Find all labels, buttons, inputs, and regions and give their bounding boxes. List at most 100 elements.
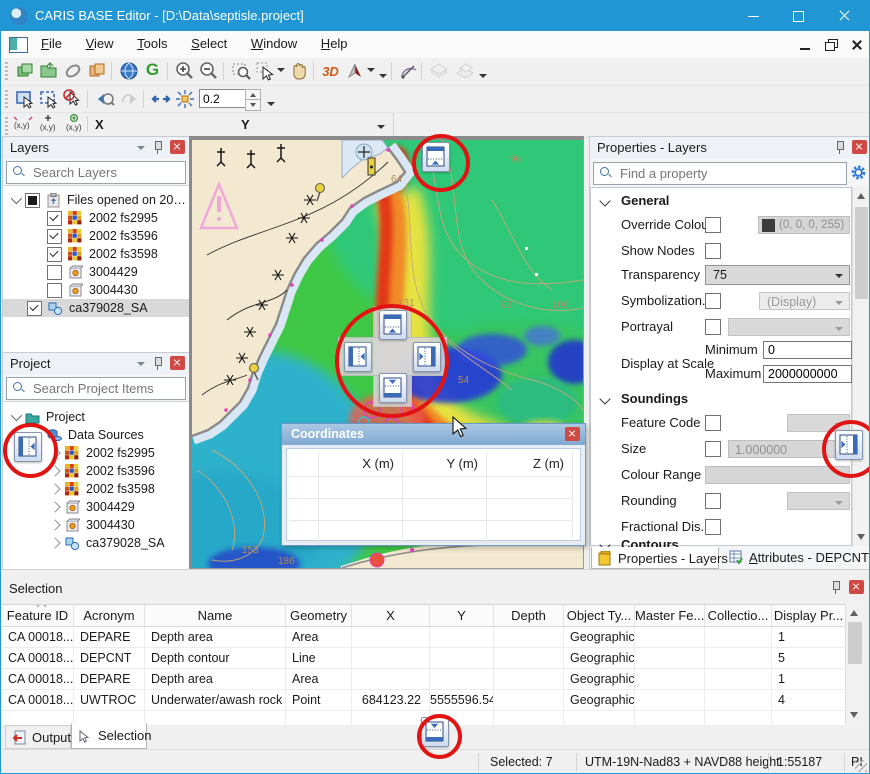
resize-grip[interactable]: [855, 760, 867, 772]
symbolization-checkbox[interactable]: [705, 293, 721, 309]
column-header[interactable]: X: [352, 605, 430, 627]
layers-pin-icon[interactable]: [153, 141, 163, 154]
xy-add-icon[interactable]: (x,y): [37, 114, 60, 136]
project-item[interactable]: ca379028_SA: [3, 534, 189, 552]
clear-selection-icon[interactable]: [61, 88, 84, 110]
column-header[interactable]: Acronym: [74, 605, 145, 627]
visibility-checkbox[interactable]: [47, 283, 62, 298]
layer-item[interactable]: 2002 fs2995: [3, 209, 189, 227]
selection-close-icon[interactable]: [849, 580, 864, 594]
visibility-checkbox[interactable]: [25, 193, 40, 208]
zoom-in-icon[interactable]: [173, 60, 196, 82]
expand-icon[interactable]: [49, 519, 60, 530]
expand-icon[interactable]: [49, 537, 60, 548]
visibility-checkbox[interactable]: [47, 265, 62, 280]
table-row[interactable]: CA 00018...UWTROCUnderwater/awash rockPo…: [2, 690, 847, 711]
section-general[interactable]: General: [621, 193, 669, 208]
toolbar-grip2[interactable]: [5, 90, 8, 108]
selection-scrollbar[interactable]: [845, 604, 864, 724]
select-by-lasso-icon[interactable]: [37, 88, 60, 110]
section-soundings[interactable]: Soundings: [621, 391, 688, 406]
rounding-checkbox[interactable]: [705, 493, 721, 509]
coordinates-close-icon[interactable]: [565, 427, 580, 441]
table-row[interactable]: CA 00018...DEPCNTDepth contourLineGeogra…: [2, 648, 847, 669]
project-search-input[interactable]: [31, 379, 183, 398]
column-header[interactable]: Object Ty...: [564, 605, 635, 627]
toolbar-grip3[interactable]: [5, 117, 8, 135]
snap-tolerance-icon[interactable]: [173, 88, 196, 110]
scale-maximum-input[interactable]: [763, 365, 852, 383]
properties-close-icon[interactable]: [852, 140, 867, 154]
tab-selection[interactable]: Selection: [71, 723, 147, 749]
menu-select[interactable]: Select: [181, 31, 237, 57]
menu-file[interactable]: File: [31, 31, 72, 57]
visibility-checkbox[interactable]: [47, 211, 62, 226]
project-menu-icon[interactable]: [137, 362, 145, 366]
mdi-minimize-button[interactable]: [796, 37, 816, 53]
tab-properties-layers[interactable]: Properties - Layers: [591, 547, 719, 569]
column-header[interactable]: Y: [430, 605, 494, 627]
coordinates-window[interactable]: Coordinates X (m)Y (m)Z (m): [281, 423, 586, 546]
xy-target-icon[interactable]: (x,y): [63, 114, 86, 136]
select-tool-dropdown[interactable]: [277, 68, 285, 72]
coordinates-title-bar[interactable]: Coordinates: [282, 424, 585, 445]
zoom-previous-icon[interactable]: [93, 88, 116, 110]
property-search-input[interactable]: [618, 164, 844, 183]
measure-icon[interactable]: [397, 60, 420, 82]
column-header[interactable]: Master Fe...: [635, 605, 705, 627]
tab-output[interactable]: Output: [5, 725, 71, 749]
column-header[interactable]: Collectio...: [705, 605, 772, 627]
feature-code-checkbox[interactable]: [705, 415, 721, 431]
visibility-checkbox[interactable]: [27, 301, 42, 316]
visibility-checkbox[interactable]: [47, 247, 62, 262]
show-nodes-checkbox[interactable]: [705, 243, 721, 259]
expand-icon[interactable]: [11, 410, 22, 421]
override-colour-checkbox[interactable]: [705, 217, 721, 233]
close-button[interactable]: [821, 1, 868, 31]
column-header[interactable]: Feature ID: [2, 605, 74, 627]
expand-icon[interactable]: [49, 501, 60, 512]
menu-view[interactable]: View: [76, 31, 124, 57]
layer-item[interactable]: 2002 fs3598: [3, 245, 189, 263]
visibility-checkbox[interactable]: [47, 229, 62, 244]
3d-view-icon[interactable]: 3D: [319, 60, 342, 82]
zoom-out-icon[interactable]: [197, 60, 220, 82]
general-collapse-icon[interactable]: [599, 195, 610, 206]
toolbar2-overflow[interactable]: [267, 102, 275, 106]
soundings-collapse-icon[interactable]: [599, 393, 610, 404]
column-header[interactable]: Display Pr...: [772, 605, 846, 627]
mdi-document-icon[interactable]: [9, 37, 28, 53]
toolbar3-overflow[interactable]: [377, 125, 385, 129]
layer-item[interactable]: Files opened on 201...: [3, 191, 189, 209]
toolbar1-overflow[interactable]: [379, 74, 387, 78]
toolbar1b-overflow[interactable]: [479, 74, 487, 78]
compass-icon[interactable]: [343, 60, 366, 82]
open-icon[interactable]: [37, 60, 60, 82]
properties-pin-icon[interactable]: [835, 141, 845, 154]
minimize-button[interactable]: [731, 1, 776, 31]
mdi-restore-button[interactable]: [821, 37, 841, 53]
google-earth-icon[interactable]: G: [141, 60, 164, 82]
expand-icon[interactable]: [49, 483, 60, 494]
layer-item[interactable]: ca379028_SA: [3, 299, 189, 317]
menu-window[interactable]: Window: [241, 31, 307, 57]
fit-width-icon[interactable]: [149, 88, 172, 110]
project-item[interactable]: 3004429: [3, 498, 189, 516]
globe-icon[interactable]: [117, 60, 140, 82]
layer-item[interactable]: 3004430: [3, 281, 189, 299]
tolerance-input[interactable]: [199, 89, 247, 108]
compass-dropdown[interactable]: [367, 68, 375, 72]
properties-scrollbar[interactable]: [852, 187, 870, 546]
select-tool-icon[interactable]: [253, 60, 276, 82]
new-layer-icon[interactable]: [13, 60, 36, 82]
layer-item[interactable]: 3004429: [3, 263, 189, 281]
selection-pin-icon[interactable]: [831, 581, 841, 594]
attach-icon[interactable]: [61, 60, 84, 82]
column-header[interactable]: Geometry: [286, 605, 352, 627]
transparency-dropdown[interactable]: 75: [705, 265, 850, 285]
scale-minimum-input[interactable]: [763, 341, 852, 359]
portrayal-checkbox[interactable]: [705, 319, 721, 335]
toolbar-grip[interactable]: [5, 62, 8, 80]
tab-attributes-depcnt[interactable]: Attributes - DEPCNT: [723, 547, 863, 569]
layers-close-icon[interactable]: [170, 140, 185, 154]
